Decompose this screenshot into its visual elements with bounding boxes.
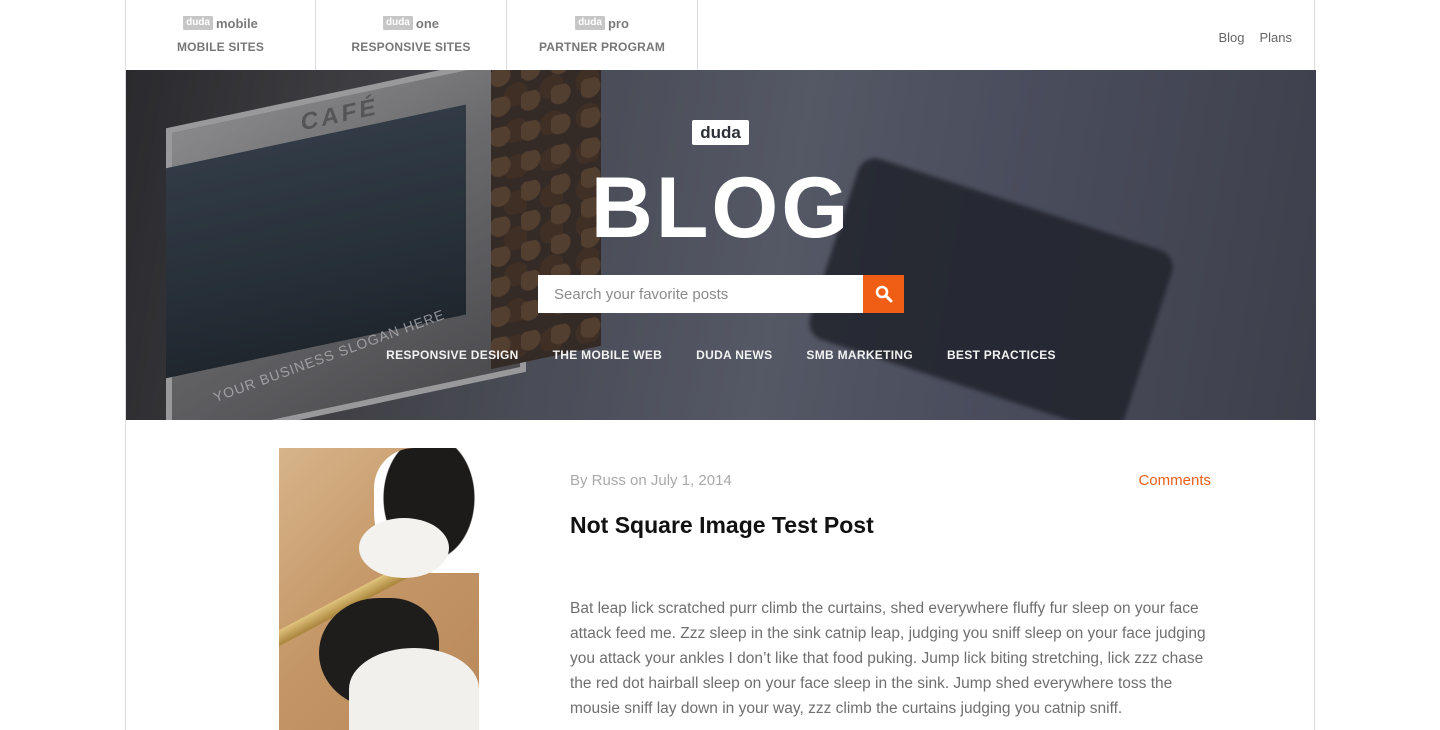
top-links: Blog Plans xyxy=(1218,30,1292,45)
product-name: pro xyxy=(607,15,629,31)
comments-link[interactable]: Comments xyxy=(1138,472,1211,489)
product-name: mobile xyxy=(215,15,258,31)
category-best-practices[interactable]: BEST PRACTICES xyxy=(947,348,1056,362)
category-smb-marketing[interactable]: SMB MARKETING xyxy=(806,348,913,362)
blog-link[interactable]: Blog xyxy=(1218,30,1244,45)
duda-logo[interactable]: duda xyxy=(692,120,749,145)
search-button[interactable] xyxy=(863,275,904,313)
duda-one-logo: duda one xyxy=(382,15,439,31)
duda-pro-logo: duda pro xyxy=(575,15,629,31)
product-name: one xyxy=(415,15,439,31)
thumbnail-cat-fur xyxy=(359,518,449,578)
hero-content: duda BLOG RESPONSIVE DESIGN THE MOBILE W… xyxy=(126,70,1316,420)
category-responsive-design[interactable]: RESPONSIVE DESIGN xyxy=(386,348,518,362)
category-duda-news[interactable]: DUDA NEWS xyxy=(696,348,772,362)
search-input[interactable] xyxy=(538,275,863,313)
post-meta: By Russ on July 1, 2014 xyxy=(570,472,732,489)
plans-link[interactable]: Plans xyxy=(1259,30,1292,45)
post-thumbnail[interactable] xyxy=(279,448,479,730)
duda-badge: duda xyxy=(382,16,413,30)
product-partner-program[interactable]: duda pro PARTNER PROGRAM xyxy=(507,0,698,70)
search-bar xyxy=(538,275,904,313)
product-label: MOBILE SITES xyxy=(176,40,265,54)
top-navigation: duda mobile MOBILE SITES duda one RESPON… xyxy=(126,0,1314,70)
category-navigation: RESPONSIVE DESIGN THE MOBILE WEB DUDA NE… xyxy=(126,348,1316,362)
category-the-mobile-web[interactable]: THE MOBILE WEB xyxy=(553,348,663,362)
product-mobile-sites[interactable]: duda mobile MOBILE SITES xyxy=(126,0,316,70)
post-title[interactable]: Not Square Image Test Post xyxy=(570,512,874,539)
product-responsive-sites[interactable]: duda one RESPONSIVE SITES xyxy=(316,0,507,70)
blog-title: BLOG xyxy=(590,160,852,256)
duda-badge: duda xyxy=(183,16,213,30)
product-label: RESPONSIVE SITES xyxy=(351,40,471,54)
duda-badge: duda xyxy=(575,16,605,30)
hero-banner: CAFÉ YOUR BUSINESS SLOGAN HERE duda BLOG… xyxy=(126,70,1316,420)
product-label: PARTNER PROGRAM xyxy=(538,40,666,54)
duda-mobile-logo: duda mobile xyxy=(183,15,258,31)
search-icon xyxy=(875,285,892,303)
page-frame: duda mobile MOBILE SITES duda one RESPON… xyxy=(125,0,1316,730)
post-excerpt: Bat leap lick scratched purr climb the c… xyxy=(570,600,1206,717)
thumbnail-blanket xyxy=(349,648,479,730)
